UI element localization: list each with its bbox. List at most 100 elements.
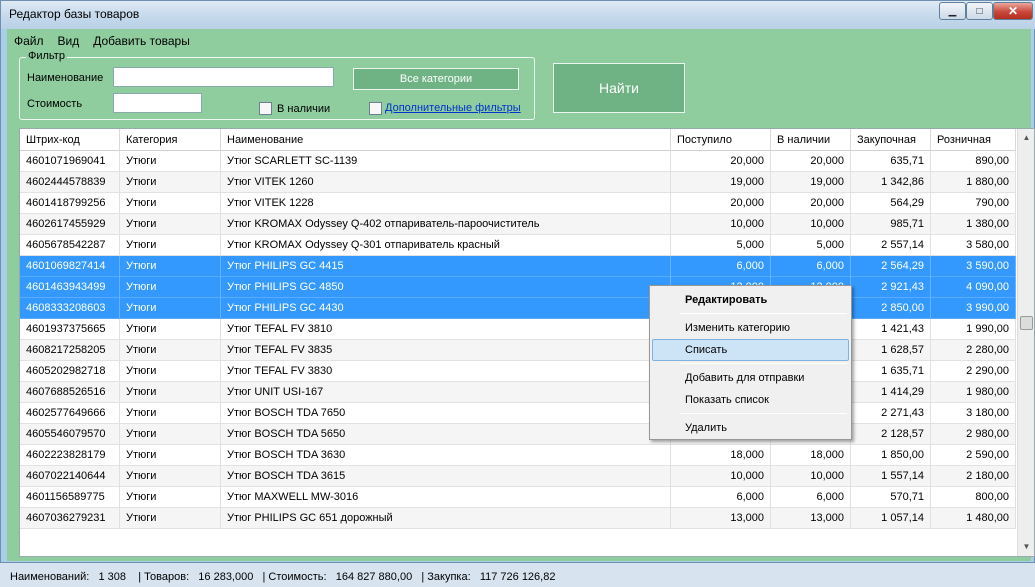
cell-category[interactable]: Утюги — [120, 298, 221, 319]
cell-category[interactable]: Утюги — [120, 508, 221, 529]
cell-purchase-price[interactable]: 985,71 — [851, 214, 931, 235]
cell-retail-price[interactable]: 1 480,00 — [931, 508, 1016, 529]
cell-purchase-price[interactable]: 2 564,29 — [851, 256, 931, 277]
cell-purchase-price[interactable]: 2 557,14 — [851, 235, 931, 256]
cell-category[interactable]: Утюги — [120, 403, 221, 424]
cell-barcode[interactable]: 4608333208603 — [20, 298, 120, 319]
cell-barcode[interactable]: 4605678542287 — [20, 235, 120, 256]
cell-barcode[interactable]: 4607688526516 — [20, 382, 120, 403]
cell-in-stock[interactable]: 6,000 — [771, 487, 851, 508]
cell-barcode[interactable]: 4601463943499 — [20, 277, 120, 298]
cell-name[interactable]: Утюг BOSCH TDA 5650 — [221, 424, 671, 445]
scroll-up-icon[interactable]: ▲ — [1018, 129, 1034, 146]
menu-file[interactable]: Файл — [7, 31, 51, 51]
cell-retail-price[interactable]: 4 090,00 — [931, 277, 1016, 298]
minimize-button[interactable]: ▁ — [939, 2, 966, 20]
scroll-thumb[interactable] — [1020, 316, 1033, 330]
table-row[interactable]: 4605678542287 Утюги Утюг KROMAX Odyssey Q-… — [20, 235, 1016, 256]
cell-purchase-price[interactable]: 1 421,43 — [851, 319, 931, 340]
cell-in-stock[interactable]: 13,000 — [771, 508, 851, 529]
menu-add-goods[interactable]: Добавить товары — [86, 31, 197, 51]
column-header-in-stock[interactable]: В наличии — [771, 129, 851, 151]
cell-name[interactable]: Утюг VITEK 1228 — [221, 193, 671, 214]
all-categories-button[interactable]: Все категории — [353, 68, 519, 90]
table-row[interactable]: 4605546079570 Утюги Утюг BOSCH TDA 5650 2 1… — [20, 424, 1016, 445]
table-row[interactable]: 4601463943499УтюгиУтюг PHILIPS GC 485012… — [20, 277, 1016, 298]
cell-category[interactable]: Утюги — [120, 172, 221, 193]
cell-category[interactable]: Утюги — [120, 382, 221, 403]
cell-name[interactable]: Утюг TEFAL FV 3835 — [221, 340, 671, 361]
more-filters-checkbox[interactable] — [369, 102, 382, 115]
cell-category[interactable]: Утюги — [120, 361, 221, 382]
cell-barcode[interactable]: 4607036279231 — [20, 508, 120, 529]
more-filters-link[interactable]: Дополнительные фильтры — [385, 102, 521, 114]
cell-retail-price[interactable]: 2 290,00 — [931, 361, 1016, 382]
cell-name[interactable]: Утюг PHILIPS GC 4430 — [221, 298, 671, 319]
ctx-add-for-shipping[interactable]: Добавить для отправки — [652, 367, 849, 389]
cell-category[interactable]: Утюги — [120, 151, 221, 172]
cell-barcode[interactable]: 4602577649666 — [20, 403, 120, 424]
column-header-received[interactable]: Поступило — [671, 129, 771, 151]
cell-barcode[interactable]: 4601071969041 — [20, 151, 120, 172]
cell-purchase-price[interactable]: 2 850,00 — [851, 298, 931, 319]
cell-retail-price[interactable]: 2 280,00 — [931, 340, 1016, 361]
cell-barcode[interactable]: 4608217258205 — [20, 340, 120, 361]
cell-retail-price[interactable]: 1 980,00 — [931, 382, 1016, 403]
table-row[interactable]: 4602617455929 Утюги Утюг KROMAX Odyssey Q-… — [20, 214, 1016, 235]
scroll-down-icon[interactable]: ▼ — [1018, 538, 1034, 555]
cell-name[interactable]: Утюг SCARLETT SC-1139 — [221, 151, 671, 172]
cell-in-stock[interactable]: 19,000 — [771, 172, 851, 193]
cell-retail-price[interactable]: 1 380,00 — [931, 214, 1016, 235]
cell-name[interactable]: Утюг KROMAX Odyssey Q-402 отпариватель-п… — [221, 214, 671, 235]
table-row[interactable]: 4602444578839 Утюги Утюг VITEK 1260 19,000 1… — [20, 172, 1016, 193]
cell-barcode[interactable]: 4602223828179 — [20, 445, 120, 466]
cell-name[interactable]: Утюг KROMAX Odyssey Q-301 отпариватель к… — [221, 235, 671, 256]
cell-name[interactable]: Утюг TEFAL FV 3830 — [221, 361, 671, 382]
cell-purchase-price[interactable]: 1 850,00 — [851, 445, 931, 466]
menu-view[interactable]: Вид — [51, 31, 87, 51]
cell-in-stock[interactable]: 20,000 — [771, 193, 851, 214]
cell-retail-price[interactable]: 2 980,00 — [931, 424, 1016, 445]
cell-received[interactable]: 20,000 — [671, 151, 771, 172]
cell-purchase-price[interactable]: 1 628,57 — [851, 340, 931, 361]
cell-name[interactable]: Утюг PHILIPS GC 651 дорожный — [221, 508, 671, 529]
cell-retail-price[interactable]: 3 580,00 — [931, 235, 1016, 256]
in-stock-checkbox[interactable] — [259, 102, 272, 115]
cell-retail-price[interactable]: 800,00 — [931, 487, 1016, 508]
ctx-write-off[interactable]: Списать — [652, 339, 849, 361]
cell-in-stock[interactable]: 10,000 — [771, 214, 851, 235]
cell-purchase-price[interactable]: 564,29 — [851, 193, 931, 214]
goods-grid[interactable]: Штрих-код Категория Наименование Поступи… — [19, 128, 1035, 557]
cell-retail-price[interactable]: 3 990,00 — [931, 298, 1016, 319]
cell-category[interactable]: Утюги — [120, 445, 221, 466]
cell-name[interactable]: Утюг BOSCH TDA 7650 — [221, 403, 671, 424]
table-row[interactable]: 4601069827414 Утюги Утюг PHILIPS GC 4415 6,… — [20, 256, 1016, 277]
table-row[interactable]: 4601156589775 Утюги Утюг MAXWELL MW-3016 6,… — [20, 487, 1016, 508]
cell-category[interactable]: Утюги — [120, 466, 221, 487]
table-row[interactable]: 4601071969041 Утюги Утюг SCARLETT SC-1139 2… — [20, 151, 1016, 172]
cell-barcode[interactable]: 4602444578839 — [20, 172, 120, 193]
column-header-name[interactable]: Наименование — [221, 129, 671, 151]
cell-name[interactable]: Утюг PHILIPS GC 4415 — [221, 256, 671, 277]
cell-purchase-price[interactable]: 1 057,14 — [851, 508, 931, 529]
cell-received[interactable]: 5,000 — [671, 235, 771, 256]
cell-received[interactable]: 6,000 — [671, 487, 771, 508]
cell-retail-price[interactable]: 790,00 — [931, 193, 1016, 214]
table-row[interactable]: 4602223828179 Утюги Утюг BOSCH TDA 3630 18,… — [20, 445, 1016, 466]
ctx-show-list[interactable]: Показать список — [652, 389, 849, 411]
cell-purchase-price[interactable]: 1 635,71 — [851, 361, 931, 382]
cell-in-stock[interactable]: 10,000 — [771, 466, 851, 487]
cell-name[interactable]: Утюг PHILIPS GC 4850 — [221, 277, 671, 298]
column-header-category[interactable]: Категория — [120, 129, 221, 151]
column-header-barcode[interactable]: Штрих-код — [20, 129, 120, 151]
cell-barcode[interactable]: 4601069827414 — [20, 256, 120, 277]
cell-name[interactable]: Утюг UNIT USI-167 — [221, 382, 671, 403]
vertical-scrollbar[interactable]: ▲ ▼ — [1017, 129, 1034, 556]
cell-received[interactable]: 10,000 — [671, 466, 771, 487]
cell-barcode[interactable]: 4605546079570 — [20, 424, 120, 445]
cell-name[interactable]: Утюг BOSCH TDA 3630 — [221, 445, 671, 466]
cell-in-stock[interactable]: 20,000 — [771, 151, 851, 172]
cell-category[interactable]: Утюги — [120, 424, 221, 445]
cell-category[interactable]: Утюги — [120, 256, 221, 277]
table-row[interactable]: 4607036279231 Утюги Утюг PHILIPS GC 651 до… — [20, 508, 1016, 529]
